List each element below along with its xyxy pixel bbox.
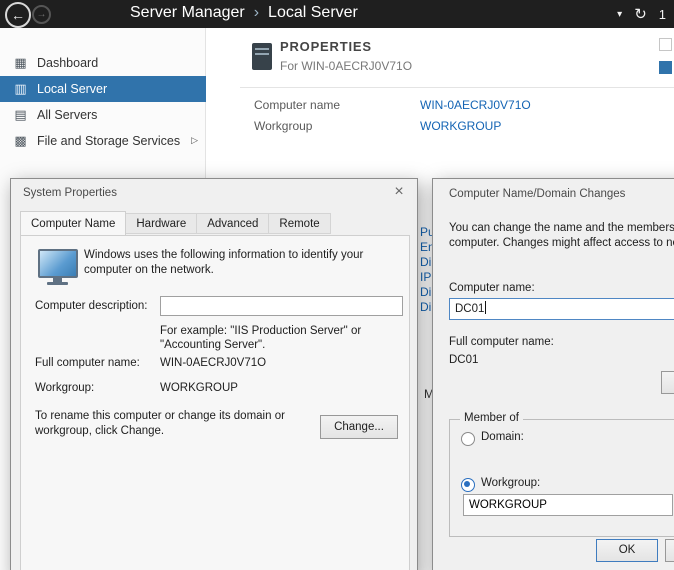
full-computer-name-value: WIN-0AECRJ0V71O	[160, 357, 266, 369]
computer-name-domain-changes-dialog: Computer Name/Domain Changes You can cha…	[432, 178, 674, 570]
text-cursor	[485, 301, 486, 314]
forward-button[interactable]: →	[32, 5, 51, 24]
workgroup-link[interactable]: WORKGROUP	[420, 119, 501, 133]
edge-fragment	[659, 38, 672, 51]
edge-fragment	[659, 61, 672, 74]
change-button[interactable]: Change...	[320, 415, 398, 439]
member-of-groupbox: Member of Domain: Workgroup:	[449, 419, 674, 537]
domain-radio-label[interactable]: Domain:	[481, 431, 524, 443]
sidebar-item-label: File and Storage Services	[37, 134, 180, 148]
intro-text: You can change the name and the membersh…	[449, 221, 674, 251]
forward-arrow-icon: →	[37, 9, 47, 20]
sidebar-item-label: Local Server	[37, 82, 107, 96]
workgroup-radio[interactable]	[461, 478, 475, 492]
app-title: Server Manager	[130, 4, 245, 22]
dialog-title: System Properties	[23, 187, 117, 199]
workgroup-label: Workgroup:	[35, 382, 94, 394]
property-label: Workgroup	[254, 119, 312, 133]
property-value-fragment[interactable]: IP	[420, 270, 431, 284]
full-computer-name-label: Full computer name:	[449, 336, 554, 348]
tile-title: PROPERTIES	[280, 39, 372, 54]
tile-divider	[240, 87, 674, 88]
breadcrumb-separator-icon: ›	[254, 4, 259, 22]
topbar: ← → Server Manager › Local Server ▾ ↻ 1	[0, 0, 674, 28]
caret-down-icon[interactable]: ▾	[617, 9, 622, 20]
sidebar-item-label: Dashboard	[37, 56, 98, 70]
notification-count[interactable]: 1	[659, 7, 666, 22]
property-value-fragment[interactable]: Di	[420, 255, 431, 269]
computer-description-label: Computer description:	[35, 300, 148, 312]
more-button-fragment[interactable]	[661, 371, 674, 394]
full-computer-name-label: Full computer name:	[35, 357, 140, 369]
tab-strip: Computer Name Hardware Advanced Remote	[20, 211, 331, 234]
rename-help-text: To rename this computer or change its do…	[35, 409, 309, 439]
intro-line: computer. Changes might affect access to…	[449, 236, 674, 251]
property-value-fragment[interactable]: Di	[420, 300, 431, 314]
page-title: Local Server	[268, 4, 358, 22]
sidebar-item-file-storage-services[interactable]: ▩ File and Storage Services ▷	[0, 128, 206, 154]
computer-name-input[interactable]: DC01	[449, 298, 674, 320]
workgroup-value: WORKGROUP	[160, 382, 238, 394]
tab-computer-name[interactable]: Computer Name	[20, 211, 126, 235]
refresh-icon[interactable]: ↻	[634, 5, 647, 23]
local-server-icon: ▥	[13, 81, 28, 97]
workgroup-radio-label[interactable]: Workgroup:	[481, 477, 540, 489]
dialog-title: Computer Name/Domain Changes	[449, 188, 625, 200]
back-arrow-icon: ←	[11, 7, 25, 23]
property-label: Computer name	[254, 98, 340, 112]
computer-monitor-icon	[38, 249, 78, 287]
description-example-text: For example: "IIS Production Server" or …	[160, 324, 406, 352]
intro-text: Windows uses the following information t…	[84, 248, 392, 278]
property-value-fragment[interactable]: Di	[420, 285, 431, 299]
computer-name-link[interactable]: WIN-0AECRJ0V71O	[420, 98, 531, 112]
sidebar-item-dashboard[interactable]: ▦ Dashboard	[0, 50, 206, 76]
tile-subtitle: For WIN-0AECRJ0V71O	[280, 59, 412, 73]
chevron-right-icon[interactable]: ▷	[191, 135, 198, 146]
dashboard-icon: ▦	[13, 55, 28, 71]
member-of-label: Member of	[460, 412, 523, 424]
close-icon[interactable]: ×	[390, 183, 408, 201]
intro-line: You can change the name and the membersh…	[449, 221, 674, 236]
workgroup-input[interactable]	[463, 494, 673, 516]
sidebar-item-all-servers[interactable]: ▤ All Servers	[0, 102, 206, 128]
computer-name-label: Computer name:	[449, 282, 535, 294]
computer-name-tab-page: Windows uses the following information t…	[20, 235, 410, 570]
tab-advanced[interactable]: Advanced	[197, 213, 269, 234]
server-manager-window: ← → Server Manager › Local Server ▾ ↻ 1 …	[0, 0, 674, 570]
ok-button[interactable]: OK	[596, 539, 658, 562]
tab-remote[interactable]: Remote	[269, 213, 330, 234]
sidebar-item-label: All Servers	[37, 108, 97, 122]
tab-hardware[interactable]: Hardware	[126, 213, 197, 234]
computer-description-input[interactable]	[160, 296, 403, 316]
full-computer-name-value: DC01	[449, 354, 478, 366]
properties-tile-icon	[252, 43, 272, 70]
cancel-button-fragment[interactable]	[665, 539, 674, 562]
all-servers-icon: ▤	[13, 107, 28, 123]
topbar-actions: ▾ ↻ 1	[617, 0, 666, 28]
file-storage-services-icon: ▩	[13, 133, 28, 149]
breadcrumb: Server Manager › Local Server	[130, 4, 358, 22]
back-button[interactable]: ←	[5, 2, 31, 28]
computer-name-input-value: DC01	[455, 303, 484, 315]
domain-radio[interactable]	[461, 432, 475, 446]
system-properties-dialog: System Properties × Computer Name Hardwa…	[10, 178, 418, 570]
sidebar-item-local-server[interactable]: ▥ Local Server	[0, 76, 206, 102]
